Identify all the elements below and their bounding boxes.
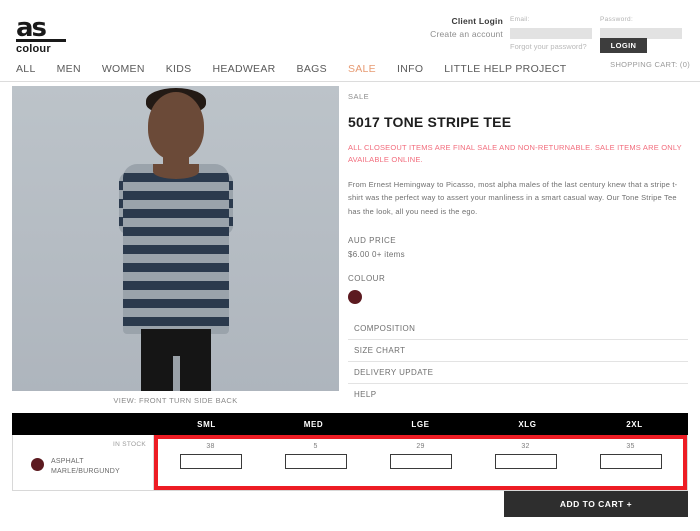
size-table-header: SML MED LGE XLG 2XL <box>12 413 688 435</box>
view-options: VIEW: FRONT TURN SIDE BACK <box>12 396 339 405</box>
product-details: SALE 5017 TONE STRIPE TEE ALL CLOSEOUT I… <box>348 92 688 405</box>
quantity-input-med[interactable] <box>284 454 347 469</box>
colour-label: COLOUR <box>348 273 386 283</box>
page-title: 5017 TONE STRIPE TEE <box>348 114 512 130</box>
size-header-cells: SML MED LGE XLG 2XL <box>153 420 688 429</box>
nav-item-headwear[interactable]: HEADWEAR <box>212 63 275 75</box>
quantity-cell-xlg: 32 <box>473 439 578 486</box>
tee-collar <box>152 164 199 179</box>
nav-item-bags[interactable]: BAGS <box>297 63 327 75</box>
nav-item-sale[interactable]: SALE <box>348 63 376 75</box>
logo-wordmark: colour <box>16 43 51 55</box>
forgot-password-link[interactable]: Forgot your password? <box>510 42 587 51</box>
view-option-back[interactable]: BACK <box>216 396 238 405</box>
product-image[interactable] <box>12 86 339 391</box>
add-to-cart-button[interactable]: ADD TO CART + <box>504 491 688 517</box>
email-input[interactable] <box>510 28 592 39</box>
quantity-cells: 38 5 29 32 35 <box>154 435 687 490</box>
view-option-front[interactable]: FRONT <box>139 396 167 405</box>
main-nav-list: ALL MEN WOMEN KIDS HEADWEAR BAGS SALE INFO LITTL… <box>0 58 700 80</box>
size-header-xlg: XLG <box>518 419 537 429</box>
create-account-link[interactable]: Create an account <box>415 29 503 39</box>
quantity-input-2xl[interactable] <box>599 454 662 469</box>
product-description: From Ernest Hemingway to Picasso, most a… <box>348 180 678 216</box>
quantity-cell-lge: 29 <box>368 439 473 486</box>
size-header-med: MED <box>303 419 324 429</box>
stock-count-med: 5 <box>313 443 318 450</box>
info-accordion: COMPOSITION SIZE CHART DELIVERY UPDATE HELP <box>348 318 688 405</box>
size-table-row: IN STOCK ASPHALT MARLE/BURGUNDY 38 5 29 32 3… <box>12 435 688 491</box>
site-logo[interactable]: as colour <box>16 13 68 55</box>
quantity-cell-sml: 38 <box>158 439 263 486</box>
in-stock-label: IN STOCK <box>113 441 146 448</box>
price-value: $6.00 0+ items <box>348 249 405 259</box>
login-button[interactable]: LOGIN <box>600 38 647 53</box>
striped-tee <box>122 164 229 334</box>
colour-identity: ASPHALT MARLE/BURGUNDY <box>31 457 120 477</box>
colour-name: ASPHALT MARLE/BURGUNDY <box>51 457 120 477</box>
email-field-group: Email: <box>510 16 592 43</box>
price-label: AUD PRICE <box>348 235 397 245</box>
sale-warning-text: ALL CLOSEOUT ITEMS ARE FINAL SALE AND NO… <box>348 143 682 164</box>
stock-count-xlg: 32 <box>521 443 530 450</box>
colour-name-line2: MARLE/BURGUNDY <box>51 468 120 476</box>
quantity-input-xlg[interactable] <box>494 454 557 469</box>
login-links: Client Login Create an account <box>415 16 503 39</box>
accordion-row-help[interactable]: HELP <box>348 384 688 405</box>
nav-item-info[interactable]: INFO <box>397 63 423 75</box>
size-quantity-table: SML MED LGE XLG 2XL IN STOCK ASPHALT MARLE/B… <box>12 413 688 491</box>
view-option-turn[interactable]: TURN <box>169 396 191 405</box>
quantity-input-sml[interactable] <box>179 454 242 469</box>
colour-name-line1: ASPHALT <box>51 458 84 465</box>
size-header-2xl: 2XL <box>626 419 643 429</box>
nav-item-men[interactable]: MEN <box>57 63 81 75</box>
product-category: SALE <box>348 92 370 101</box>
client-login-label: Client Login <box>451 16 503 26</box>
product-page: as colour Client Login Create an account… <box>0 0 700 531</box>
email-label: Email: <box>510 16 530 23</box>
stock-count-2xl: 35 <box>626 443 635 450</box>
nav-item-women[interactable]: WOMEN <box>102 63 145 75</box>
view-label: VIEW: <box>113 396 139 405</box>
nav-item-little-help-project[interactable]: LITTLE HELP PROJECT <box>444 63 566 75</box>
accordion-row-size-chart[interactable]: SIZE CHART <box>348 340 688 362</box>
colour-dot <box>31 458 44 471</box>
colour-cell: IN STOCK ASPHALT MARLE/BURGUNDY <box>13 435 154 490</box>
size-header-lge: LGE <box>411 419 430 429</box>
logo-mark: as <box>16 13 47 43</box>
quantity-input-lge[interactable] <box>389 454 452 469</box>
cart-bar: ADD TO CART + <box>12 491 688 517</box>
quantity-cell-med: 5 <box>263 439 368 486</box>
site-header: as colour Client Login Create an account… <box>0 0 700 69</box>
stock-count-sml: 38 <box>206 443 215 450</box>
model-figure <box>101 86 251 391</box>
accordion-row-composition[interactable]: COMPOSITION <box>348 318 688 340</box>
leg-gap <box>172 356 180 391</box>
quantity-cell-2xl: 35 <box>578 439 683 486</box>
main-nav: ALL MEN WOMEN KIDS HEADWEAR BAGS SALE INFO LITTL… <box>0 58 700 82</box>
stock-count-lge: 29 <box>416 443 425 450</box>
accordion-row-delivery-update[interactable]: DELIVERY UPDATE <box>348 362 688 384</box>
password-label: Password: <box>600 16 634 23</box>
nav-item-kids[interactable]: KIDS <box>166 63 192 75</box>
nav-item-all[interactable]: ALL <box>16 63 36 75</box>
view-option-side[interactable]: SIDE <box>194 396 213 405</box>
colour-swatch[interactable] <box>348 289 362 304</box>
size-header-sml: SML <box>197 419 216 429</box>
